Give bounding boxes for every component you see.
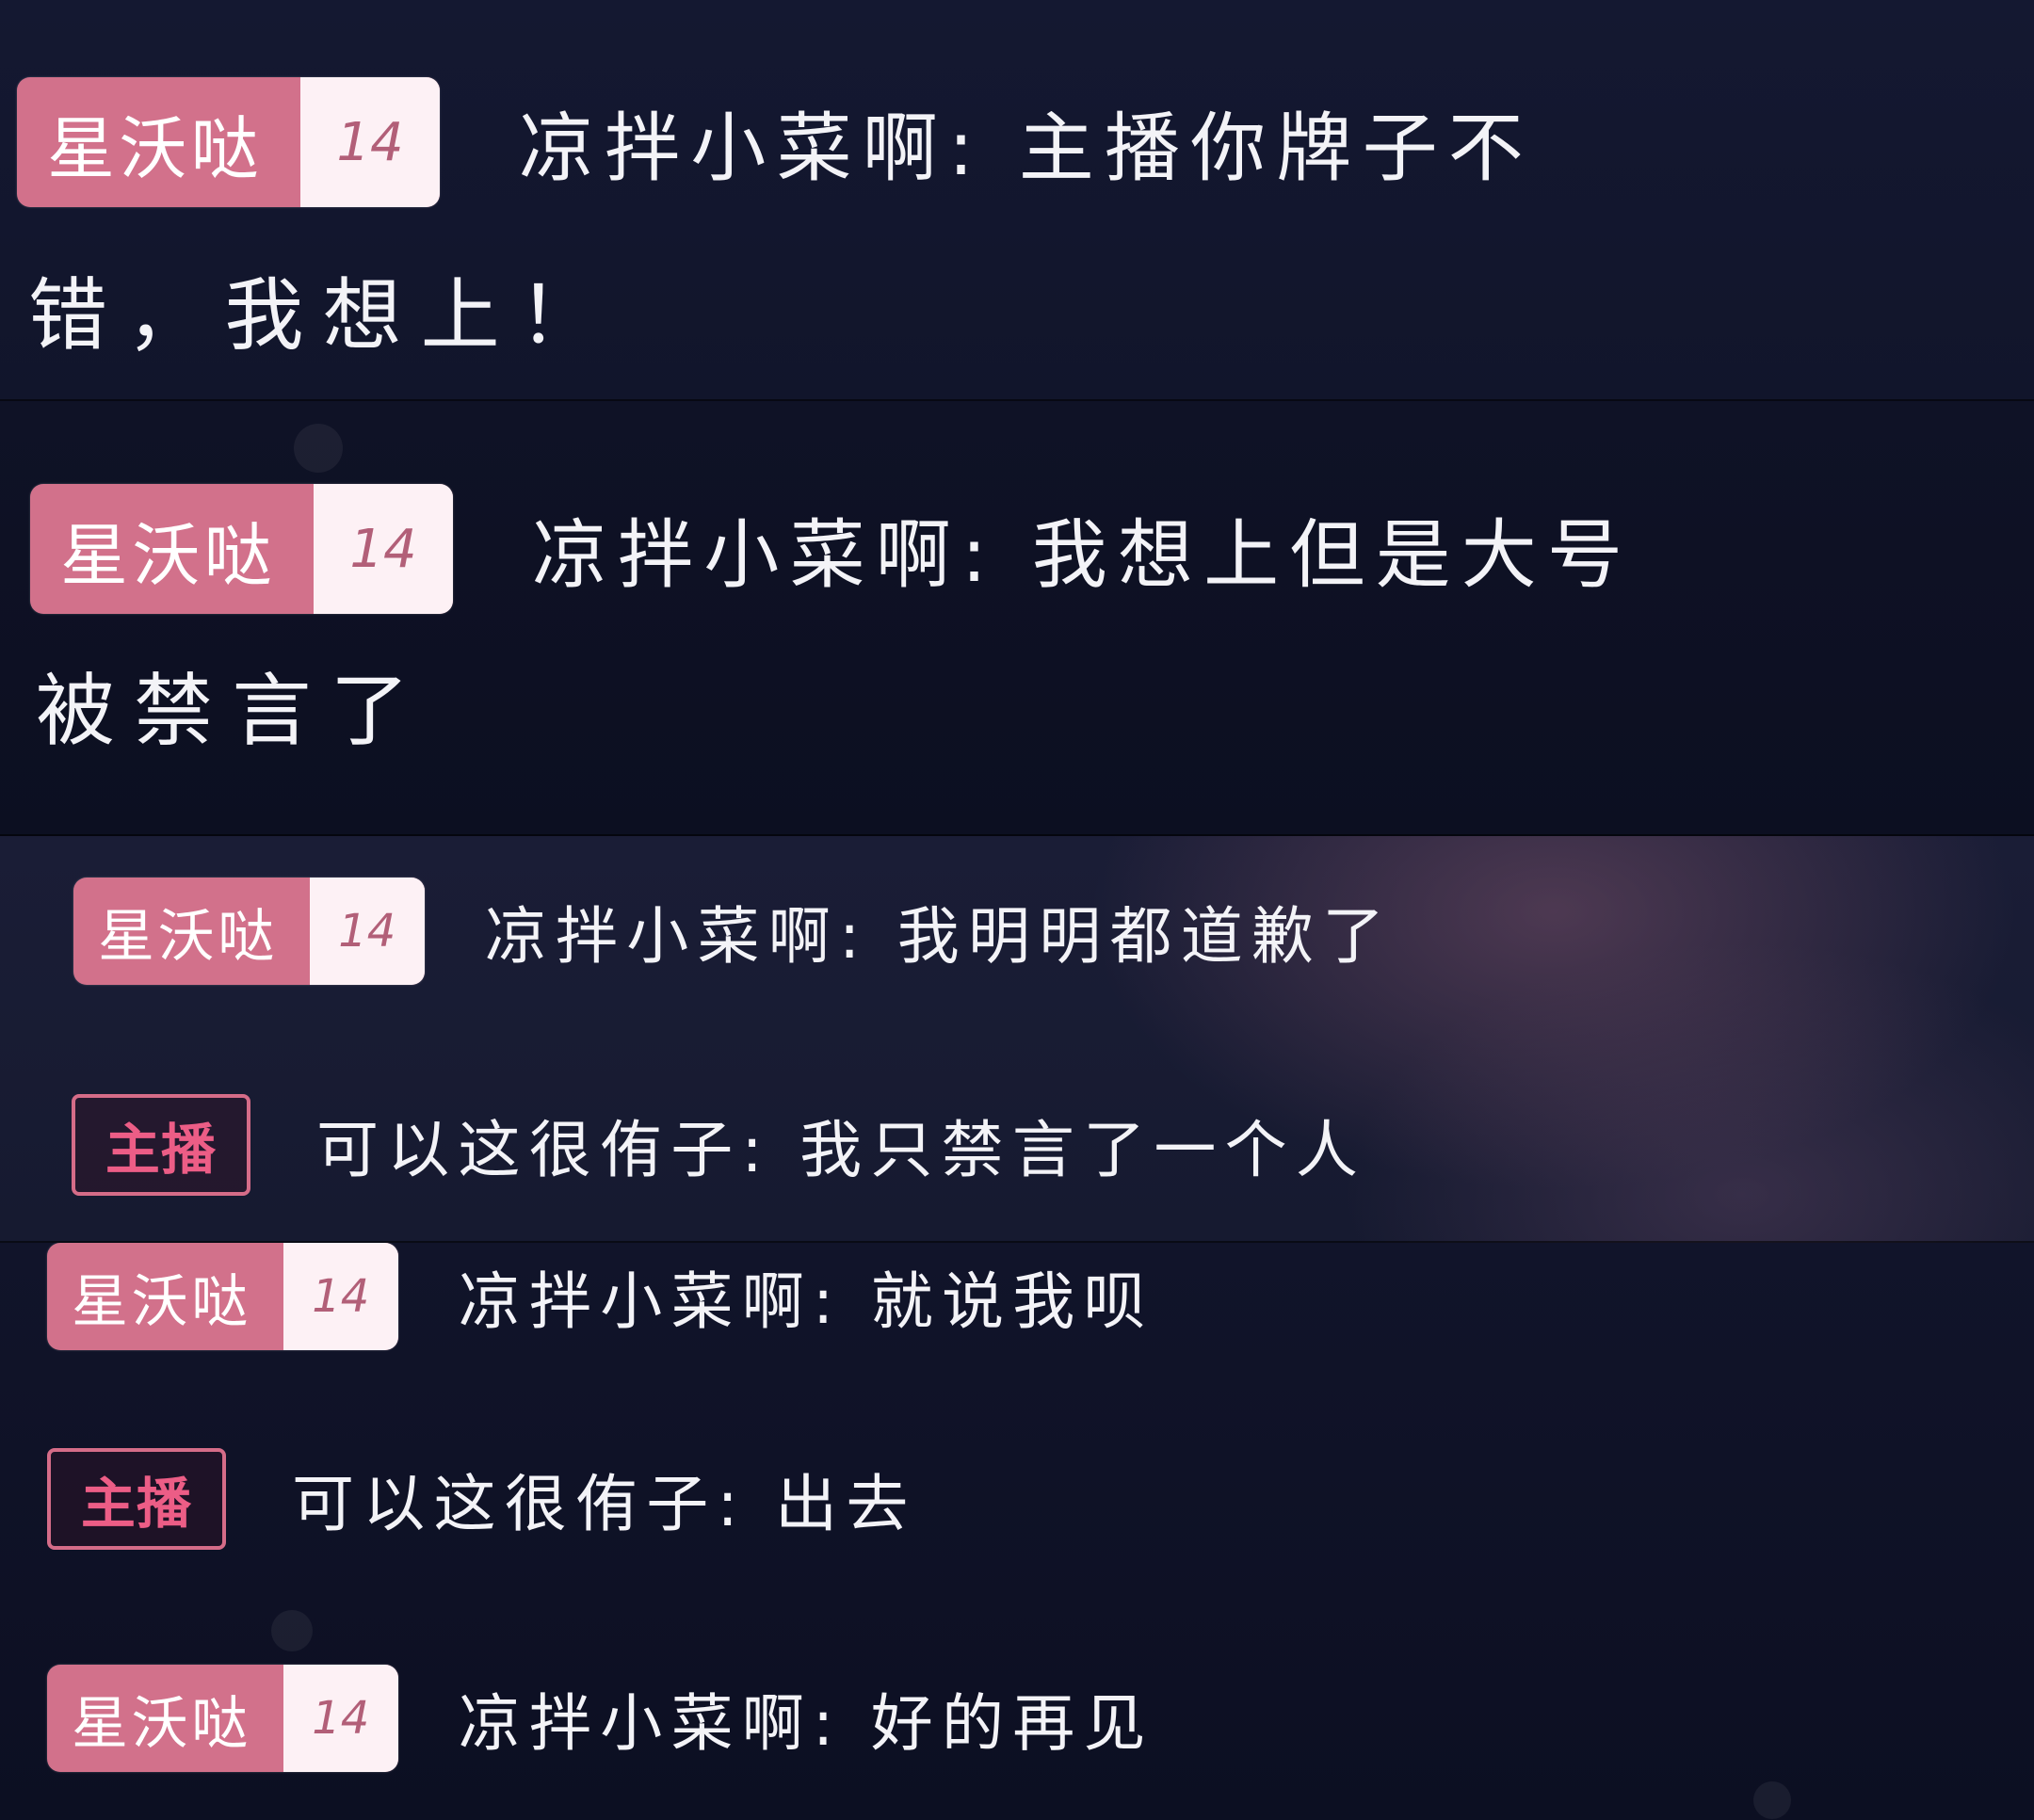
chat-message: 星沃哒 14 凉拌小菜啊: 好的再见	[47, 1665, 1154, 1772]
fan-badge-level: 14	[309, 878, 425, 985]
message-line: 凉拌小菜啊: 主播你牌子不	[519, 88, 1534, 197]
host-badge: 主播	[72, 1094, 250, 1196]
fan-badge-level: 14	[282, 1243, 398, 1350]
fan-badge-level: 14	[313, 484, 453, 614]
fan-badge-name: 星沃哒	[60, 515, 276, 595]
message-text: 我只禁言了一个人	[799, 1114, 1367, 1186]
message-line: 可以这很侑子: 我只禁言了一个人	[316, 1100, 1366, 1190]
username[interactable]: 凉拌小菜啊	[519, 105, 948, 192]
message-line: 凉拌小菜啊: 好的再见	[459, 1673, 1154, 1764]
chat-message: 星沃哒 14 凉拌小菜啊: 我明明都道歉了	[73, 878, 1393, 985]
separator: :	[960, 511, 998, 599]
chat-message: 星沃哒 14 凉拌小菜啊: 主播你牌子不	[17, 77, 1534, 207]
separator: :	[813, 1687, 843, 1760]
separator: :	[839, 900, 869, 973]
chat-message-host: 主播 可以这很侑子: 出去	[47, 1448, 917, 1550]
message-text-continued: 错，我想上！	[28, 269, 617, 362]
username[interactable]: 可以这很侑子	[292, 1468, 717, 1540]
fan-badge-name: 星沃哒	[72, 1268, 251, 1335]
fan-badge-level: 14	[282, 1665, 398, 1772]
chat-message-host: 主播 可以这很侑子: 我只禁言了一个人	[72, 1094, 1366, 1196]
fan-badge[interactable]: 星沃哒 14	[73, 878, 425, 985]
chat-message: 星沃哒 14 凉拌小菜啊: 就说我呗	[47, 1243, 1154, 1350]
separator: :	[717, 1468, 747, 1540]
fan-badge-level: 14	[299, 77, 440, 207]
fan-badge-name: 星沃哒	[47, 108, 263, 188]
chat-panel-2: 星沃哒 14 凉拌小菜啊: 我想上但是大号 被禁言了	[0, 401, 2034, 836]
chat-message: 星沃哒 14 凉拌小菜啊: 我想上但是大号	[30, 484, 1633, 614]
message-text: 我明明都道歉了	[896, 900, 1394, 973]
message-text-continued: 被禁言了	[36, 665, 428, 757]
message-text: 主播你牌子不	[1018, 105, 1534, 192]
host-badge: 主播	[47, 1448, 226, 1550]
separator: :	[813, 1265, 843, 1338]
message-text: 我想上但是大号	[1031, 511, 1634, 599]
username[interactable]: 凉拌小菜啊	[459, 1687, 813, 1760]
username[interactable]: 凉拌小菜啊	[532, 511, 961, 599]
message-text: 出去	[775, 1468, 917, 1540]
background-dot	[294, 424, 343, 473]
message-text: 好的再见	[870, 1687, 1154, 1760]
username[interactable]: 凉拌小菜啊	[485, 900, 839, 973]
chat-panel-4: 星沃哒 14 凉拌小菜啊: 就说我呗 主播 可以这很侑子: 出去 星沃哒 14 …	[0, 1243, 2034, 1820]
message-line: 凉拌小菜啊: 我明明都道歉了	[485, 886, 1394, 976]
background-dot	[1753, 1781, 1791, 1819]
separator: :	[741, 1114, 771, 1186]
chat-panel-3: 星沃哒 14 凉拌小菜啊: 我明明都道歉了 主播 可以这很侑子: 我只禁言了一个…	[0, 836, 2034, 1243]
message-line: 凉拌小菜啊: 就说我呗	[459, 1251, 1154, 1342]
chat-panel-1: 星沃哒 14 凉拌小菜啊: 主播你牌子不 错，我想上！	[0, 0, 2034, 401]
fan-badge-name: 星沃哒	[72, 1690, 251, 1757]
fan-badge[interactable]: 星沃哒 14	[30, 484, 453, 614]
fan-badge[interactable]: 星沃哒 14	[47, 1243, 398, 1350]
fan-badge-name: 星沃哒	[98, 903, 278, 970]
message-text: 就说我呗	[870, 1265, 1154, 1338]
username[interactable]: 凉拌小菜啊	[459, 1265, 813, 1338]
background-dot	[271, 1610, 313, 1651]
message-line: 凉拌小菜啊: 我想上但是大号	[532, 494, 1633, 604]
fan-badge[interactable]: 星沃哒 14	[17, 77, 440, 207]
separator: :	[947, 105, 985, 192]
message-line: 可以这很侑子: 出去	[292, 1454, 917, 1544]
fan-badge[interactable]: 星沃哒 14	[47, 1665, 398, 1772]
username[interactable]: 可以这很侑子	[316, 1114, 741, 1186]
